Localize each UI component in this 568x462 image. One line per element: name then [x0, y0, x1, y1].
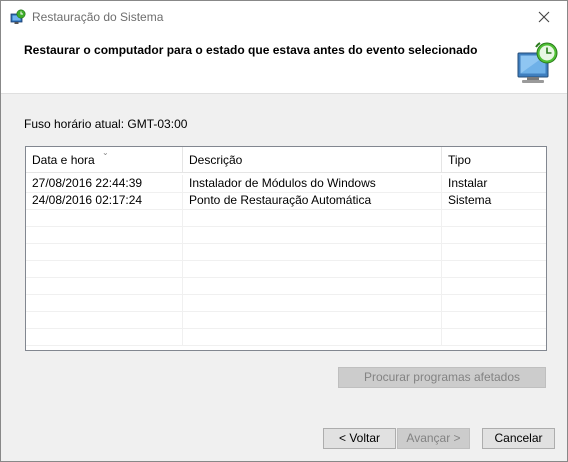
column-header-description-label: Descrição: [189, 153, 243, 167]
empty-row: [26, 226, 546, 244]
close-button[interactable]: [521, 1, 567, 33]
table-cell-description: [183, 209, 442, 226]
table-cell-date: [26, 243, 183, 260]
cancel-button[interactable]: Cancelar: [482, 428, 555, 449]
table-cell-description: [183, 311, 442, 328]
column-header-description[interactable]: Descrição: [183, 147, 442, 172]
empty-row: [26, 209, 546, 227]
wizard-header: Restaurar o computador para o estado que…: [1, 33, 567, 94]
table-cell-type: [442, 209, 546, 226]
header-instruction: Restaurar o computador para o estado que…: [24, 43, 478, 57]
close-icon: [538, 11, 550, 23]
column-header-type-label: Tipo: [448, 153, 471, 167]
table-cell-description: [183, 226, 442, 243]
table-cell-type: [442, 277, 546, 294]
table-row[interactable]: 24/08/2016 02:17:24 Ponto de Restauração …: [26, 192, 546, 210]
scan-affected-programs-button[interactable]: Procurar programas afetados: [338, 367, 546, 388]
back-button[interactable]: < Voltar: [323, 428, 396, 449]
column-header-date[interactable]: ⌄ Data e hora: [26, 147, 183, 172]
empty-row: [26, 311, 546, 329]
title-bar: Restauração do Sistema: [1, 1, 567, 33]
table-cell-date: 24/08/2016 02:17:24: [26, 192, 183, 209]
table-cell-description: [183, 260, 442, 277]
table-cell-description: [183, 294, 442, 311]
table-cell-type: Sistema: [448, 193, 492, 207]
table-cell-type: [442, 294, 546, 311]
empty-row: [26, 260, 546, 278]
table-cell-date: [26, 260, 183, 277]
table-cell-description: [183, 243, 442, 260]
table-cell-date: [26, 311, 183, 328]
table-cell-description: [183, 328, 442, 345]
table-cell-type: [442, 260, 546, 277]
table-cell-type: [442, 243, 546, 260]
restore-points-list[interactable]: ⌄ Data e hora Descrição Tipo 27/08/2016 …: [25, 146, 547, 351]
table-cell-date: [26, 209, 183, 226]
table-cell-type: [442, 226, 546, 243]
table-cell-date: [26, 328, 183, 345]
table-cell-date: 27/08/2016 22:44:39: [26, 175, 183, 192]
system-restore-monitor-icon: [517, 42, 558, 83]
window-title: Restauração do Sistema: [32, 10, 164, 24]
table-cell-date: [26, 226, 183, 243]
table-cell-type: [442, 328, 546, 345]
table-cell-type: [442, 311, 546, 328]
empty-row: [26, 243, 546, 261]
empty-row: [26, 277, 546, 295]
table-cell-type: Instalar: [448, 176, 488, 190]
list-header: ⌄ Data e hora Descrição Tipo: [26, 147, 546, 173]
next-button[interactable]: Avançar >: [397, 428, 470, 449]
column-header-date-label: Data e hora: [32, 153, 95, 167]
empty-row: [26, 294, 546, 312]
timezone-label: Fuso horário atual: GMT-03:00: [24, 117, 188, 131]
system-restore-icon: [10, 9, 26, 24]
table-cell-description: Ponto de Restauração Automática: [183, 192, 442, 209]
list-rows: 27/08/2016 22:44:39 Instalador de Módulos…: [26, 173, 546, 350]
table-cell-description: Instalador de Módulos do Windows: [183, 175, 442, 192]
table-cell-description: [183, 277, 442, 294]
system-restore-window: Restauração do Sistema Restaurar o compu…: [0, 0, 568, 462]
column-header-type[interactable]: Tipo: [442, 147, 546, 172]
sort-chevron-icon: ⌄: [102, 148, 109, 157]
table-cell-date: [26, 294, 183, 311]
table-cell-date: [26, 277, 183, 294]
table-row[interactable]: 27/08/2016 22:44:39 Instalador de Módulos…: [26, 175, 546, 193]
empty-row: [26, 328, 546, 346]
